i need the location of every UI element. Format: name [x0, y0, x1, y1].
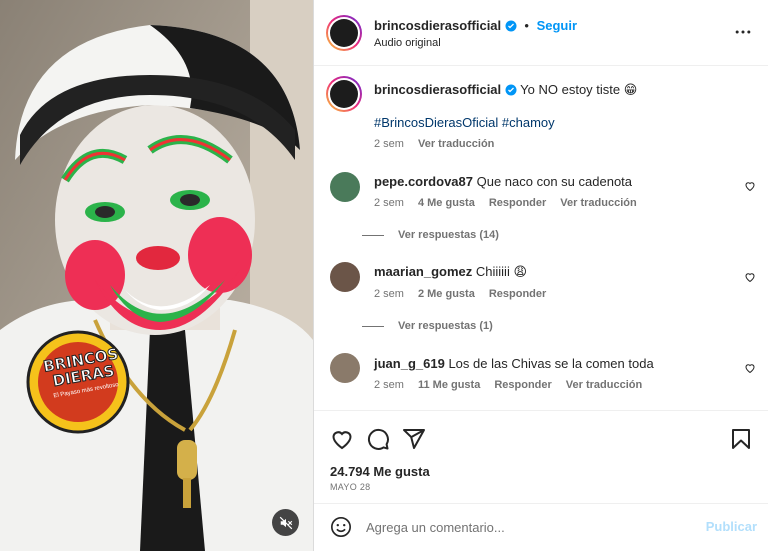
caption-text: Yo NO estoy tiste 😁 [520, 82, 638, 97]
caption-time: 2 sem [374, 138, 404, 150]
comment-text: Chiiiiii 😩 [475, 264, 528, 279]
comment-line: juan_g_619 Los de las Chivas se la comen… [374, 356, 654, 372]
comment-likes[interactable]: 2 Me gusta [418, 288, 475, 300]
comment-username[interactable]: juan_g_619 [374, 356, 445, 371]
author-avatar[interactable] [326, 15, 362, 51]
comment-icon[interactable] [366, 427, 390, 451]
caption-author-avatar[interactable] [326, 76, 362, 112]
caption-translate-link[interactable]: Ver traducción [418, 138, 494, 150]
comment-username[interactable]: pepe.cordova87 [374, 174, 473, 189]
view-replies-label: Ver respuestas (14) [398, 229, 499, 241]
comment-translate-link[interactable]: Ver traducción [560, 197, 636, 209]
comment-meta: 2 sem 2 Me gusta Responder [374, 288, 546, 300]
mute-toggle-button[interactable] [272, 509, 299, 536]
view-replies-button[interactable]: Ver respuestas (14) [362, 229, 499, 241]
replies-dash [362, 234, 384, 236]
header-user-line: brincosdierasofficial • Seguir [374, 18, 577, 33]
share-icon[interactable] [402, 427, 426, 451]
replies-dash [362, 325, 384, 327]
comment-like-icon[interactable] [744, 271, 756, 283]
comment-meta: 2 sem 11 Me gusta Responder Ver traducci… [374, 379, 642, 391]
post-media[interactable]: BRINCOS DIERAS El Payaso más revoltoso [0, 0, 313, 551]
view-replies-label: Ver respuestas (1) [398, 320, 493, 332]
reply-button[interactable]: Responder [494, 379, 551, 391]
post-details-panel: brincosdierasofficial • Seguir Audio ori… [313, 0, 768, 551]
comment-text: Que naco con su cadenota [476, 174, 633, 189]
comment-avatar[interactable] [330, 172, 360, 202]
comment-time: 2 sem [374, 288, 404, 300]
comment-line: pepe.cordova87 Que naco con su cadenota [374, 174, 632, 190]
speaker-muted-icon [279, 516, 292, 529]
comment-meta: 2 sem 4 Me gusta Responder Ver traducció… [374, 197, 637, 209]
comment-time: 2 sem [374, 197, 404, 209]
comment-translate-link[interactable]: Ver traducción [566, 379, 642, 391]
comment-avatar[interactable] [330, 353, 360, 383]
follow-button[interactable]: Seguir [537, 18, 577, 33]
reply-button[interactable]: Responder [489, 288, 546, 300]
comment-username[interactable]: maarian_gomez [374, 264, 472, 279]
post-actions: 24.794 Me gusta MAYO 28 [314, 410, 768, 512]
author-username[interactable]: brincosdierasofficial [374, 18, 501, 33]
reply-button[interactable]: Responder [489, 197, 546, 209]
comment-line: maarian_gomez Chiiiiii 😩 [374, 264, 527, 280]
likes-count[interactable]: 24.794 Me gusta [330, 464, 430, 479]
clown-video-frame [0, 0, 313, 551]
comment-like-icon[interactable] [744, 362, 756, 374]
caption-meta: 2 sem Ver traducción [374, 138, 494, 150]
comment-likes[interactable]: 11 Me gusta [418, 379, 480, 391]
post-date: MAYO 28 [330, 482, 371, 492]
view-replies-button[interactable]: Ver respuestas (1) [362, 320, 493, 332]
emoji-icon[interactable] [330, 516, 352, 538]
caption-username[interactable]: brincosdierasofficial [374, 82, 501, 97]
comment-time: 2 sem [374, 379, 404, 391]
separator-dot: • [524, 18, 529, 33]
more-options-icon[interactable] [733, 22, 753, 42]
caption-hashtags[interactable]: #BrincosDierasOficial #chamoy [374, 115, 555, 131]
add-comment-bar: Publicar [314, 503, 768, 551]
comment-text: Los de las Chivas se la comen toda [448, 356, 654, 371]
comment-input[interactable] [366, 516, 686, 538]
verified-badge-icon [505, 20, 517, 32]
heart-icon[interactable] [330, 427, 354, 451]
post-header: brincosdierasofficial • Seguir Audio ori… [314, 0, 768, 66]
comment-like-icon[interactable] [744, 180, 756, 192]
comment-likes[interactable]: 4 Me gusta [418, 197, 475, 209]
verified-badge-icon [505, 84, 517, 96]
instagram-post: BRINCOS DIERAS El Payaso más revoltoso b… [0, 0, 768, 551]
comment-avatar[interactable] [330, 262, 360, 292]
publish-button[interactable]: Publicar [706, 519, 757, 534]
audio-label[interactable]: Audio original [374, 37, 441, 49]
bookmark-icon[interactable] [729, 427, 753, 451]
caption-line: brincosdierasofficial Yo NO estoy tiste … [374, 82, 637, 98]
